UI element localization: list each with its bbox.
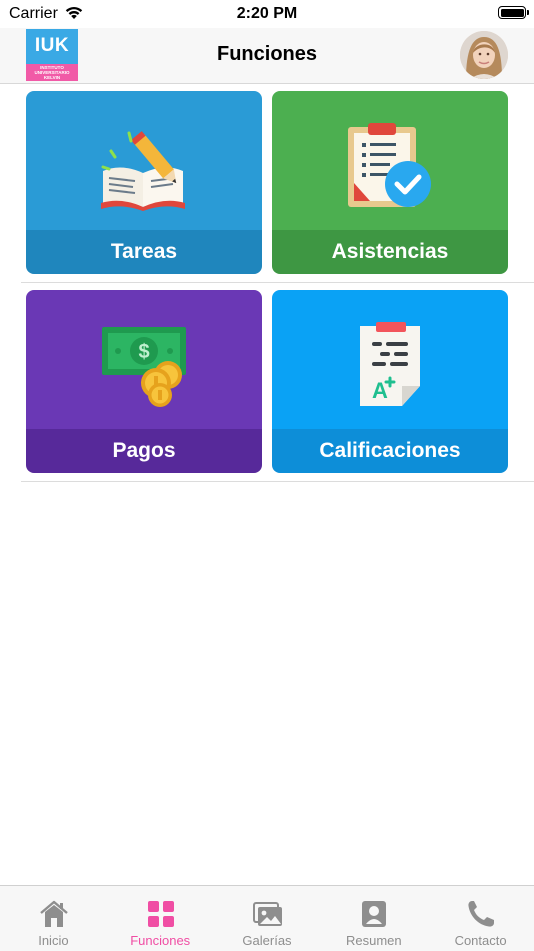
tile-asistencias[interactable]: Asistencias bbox=[272, 91, 508, 274]
tab-inicio[interactable]: Inicio bbox=[0, 886, 107, 951]
tile-label-band: Asistencias bbox=[272, 230, 508, 274]
tile-tareas[interactable]: Tareas bbox=[26, 91, 262, 274]
tile-art bbox=[272, 91, 508, 231]
tab-galerias[interactable]: Galerías bbox=[214, 886, 321, 951]
tile-label-band: Calificaciones bbox=[272, 429, 508, 473]
logo-subtext-line: KELVIN bbox=[43, 75, 61, 80]
row-divider bbox=[21, 481, 534, 482]
navigation-bar: IUK INSTITUTO UNIVERSITARIO KELVIN Funci… bbox=[0, 28, 534, 84]
tab-bar: Inicio Funciones Galerías Resumen Contac… bbox=[0, 885, 534, 951]
phone-icon bbox=[468, 901, 495, 927]
tile-pagos[interactable]: $ Pagos bbox=[26, 290, 262, 473]
tile-art: A bbox=[272, 290, 508, 430]
tile-label: Calificaciones bbox=[319, 439, 461, 462]
tile-label: Tareas bbox=[110, 240, 178, 263]
tab-funciones[interactable]: Funciones bbox=[107, 886, 214, 951]
tile-label: Asistencias bbox=[331, 240, 449, 263]
logo-subtext: INSTITUTO UNIVERSITARIO KELVIN bbox=[26, 64, 78, 81]
gallery-icon bbox=[252, 902, 282, 926]
tile-label-band: Pagos bbox=[26, 429, 262, 473]
tab-label: Galerías bbox=[242, 933, 292, 948]
tile-label: Pagos bbox=[112, 439, 176, 462]
row-divider bbox=[21, 282, 534, 283]
tab-contacto[interactable]: Contacto bbox=[427, 886, 534, 951]
status-time: 2:20 PM bbox=[236, 5, 298, 22]
tile-art bbox=[26, 91, 262, 231]
home-icon bbox=[40, 900, 68, 927]
grid-icon bbox=[147, 901, 174, 927]
tile-calificaciones[interactable]: A Calificaciones bbox=[272, 290, 508, 473]
tile-label-band: Tareas bbox=[26, 230, 262, 274]
profile-card-icon bbox=[362, 901, 387, 927]
money-coins-icon: $ bbox=[102, 327, 186, 407]
status-bar: Carrier 2:20 PM bbox=[0, 0, 534, 28]
book-pencil-icon bbox=[101, 131, 185, 211]
tab-label: Inicio bbox=[38, 933, 69, 948]
page-title: Funciones bbox=[216, 43, 317, 65]
tab-label: Contacto bbox=[454, 933, 507, 948]
tab-label: Funciones bbox=[130, 933, 191, 948]
tab-resumen[interactable]: Resumen bbox=[320, 886, 427, 951]
tile-art: $ bbox=[26, 290, 262, 430]
clipboard-check-icon bbox=[348, 123, 431, 207]
svg-text:$: $ bbox=[138, 341, 149, 363]
grade-sheet-icon: A bbox=[360, 322, 420, 406]
user-avatar[interactable] bbox=[460, 31, 508, 79]
battery-icon bbox=[498, 6, 529, 19]
avatar-photo bbox=[460, 31, 508, 79]
tab-label: Resumen bbox=[345, 933, 402, 948]
